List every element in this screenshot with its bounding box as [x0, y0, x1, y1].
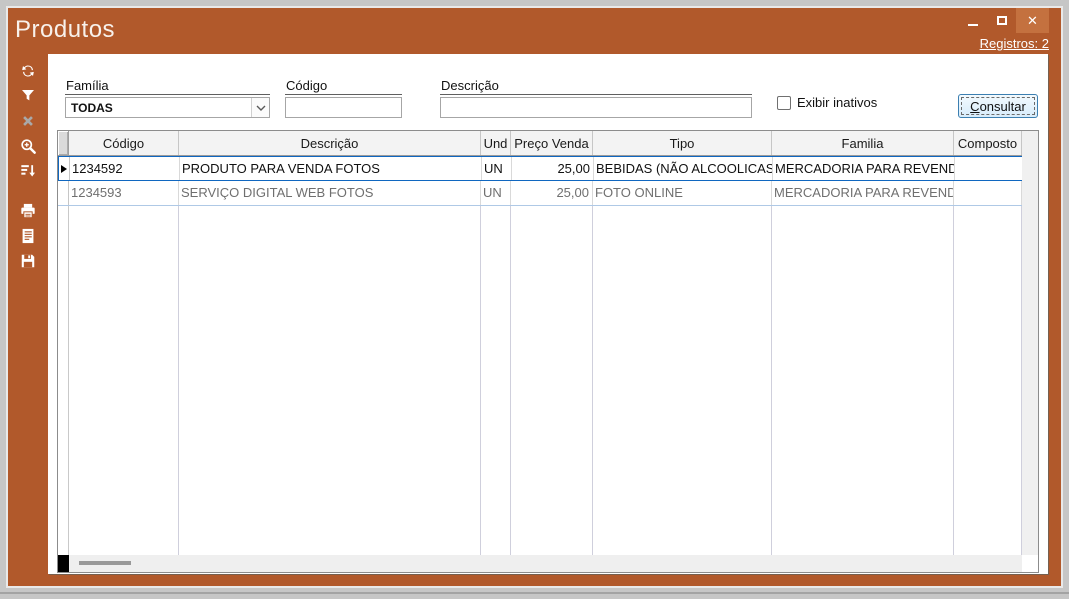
page-title: Produtos	[15, 16, 115, 44]
print-icon	[18, 201, 38, 221]
cell-tipo[interactable]: BEBIDAS (NÃO ALCOOLICAS)	[594, 157, 773, 180]
codigo-field: Código	[285, 78, 402, 118]
familia-value: TODAS	[66, 98, 251, 117]
row-indicator	[58, 181, 69, 205]
print-button[interactable]	[8, 200, 48, 222]
horizontal-scrollbar-thumb[interactable]	[79, 561, 131, 565]
products-grid: Código Descrição Und Preço Venda Tipo Fa…	[57, 130, 1039, 573]
report-icon	[18, 226, 38, 246]
grid-header: Código Descrição Und Preço Venda Tipo Fa…	[58, 131, 1038, 156]
grid-header-codigo[interactable]: Código	[69, 131, 179, 155]
cell-und[interactable]: UN	[482, 157, 512, 180]
grid-header-tipo[interactable]: Tipo	[593, 131, 772, 155]
grid-column-line	[772, 206, 954, 555]
report-button[interactable]	[8, 225, 48, 247]
cell-tipo[interactable]: FOTO ONLINE	[593, 181, 772, 205]
filter-icon	[19, 87, 37, 105]
exibir-inativos-label: Exibir inativos	[797, 95, 877, 110]
grid-empty-area	[58, 206, 1038, 555]
familia-label: Família	[65, 78, 270, 95]
cell-composto[interactable]	[954, 181, 1022, 205]
cell-codigo[interactable]: 1234593	[69, 181, 179, 205]
grid-column-line	[58, 206, 69, 555]
filter-button[interactable]	[8, 85, 48, 107]
refresh-icon	[18, 61, 38, 81]
chevron-down-icon[interactable]	[251, 98, 269, 117]
cell-und[interactable]: UN	[481, 181, 511, 205]
horizontal-scrollbar[interactable]	[58, 555, 1022, 572]
codigo-input[interactable]	[285, 97, 402, 118]
close-button[interactable]: ✕	[1016, 8, 1049, 33]
zoom-button[interactable]	[8, 135, 48, 157]
grid-header-descricao[interactable]: Descrição	[179, 131, 481, 155]
close-icon: ✕	[1027, 13, 1038, 29]
grid-header-indicator	[58, 131, 69, 155]
sort-button[interactable]	[8, 160, 48, 182]
cell-preco-venda[interactable]: 25,00	[512, 157, 594, 180]
save-icon	[18, 251, 38, 271]
grid-header-familia[interactable]: Familia	[772, 131, 954, 155]
grid-column-line	[593, 206, 772, 555]
row-indicator	[59, 157, 70, 180]
save-button[interactable]	[8, 250, 48, 272]
cell-familia[interactable]: MERCADORIA PARA REVENDA	[772, 181, 954, 205]
clear-filter-button[interactable]	[8, 110, 48, 132]
zoom-icon	[18, 136, 38, 156]
consultar-button[interactable]: Consultar	[958, 94, 1038, 118]
familia-field: Família TODAS	[65, 78, 270, 118]
sort-icon	[18, 161, 38, 181]
cell-preco-venda[interactable]: 25,00	[511, 181, 593, 205]
window-frame-edge	[0, 592, 1069, 594]
grid-header-preco-venda[interactable]: Preço Venda	[511, 131, 593, 155]
table-row[interactable]: 1234592PRODUTO PARA VENDA FOTOSUN25,00BE…	[58, 156, 1038, 181]
window-controls: ✕	[958, 8, 1049, 33]
grid-header-und[interactable]: Und	[481, 131, 511, 155]
minimize-icon	[968, 24, 978, 26]
codigo-label: Código	[285, 78, 402, 95]
descricao-field: Descrição	[440, 78, 752, 118]
grid-body: 1234592PRODUTO PARA VENDA FOTOSUN25,00BE…	[58, 156, 1038, 206]
minimize-button[interactable]	[958, 8, 987, 33]
checkbox-box-icon[interactable]	[777, 96, 791, 110]
selected-row-arrow-icon	[61, 165, 67, 173]
cell-descricao[interactable]: PRODUTO PARA VENDA FOTOS	[180, 157, 482, 180]
vertical-scrollbar[interactable]	[1022, 131, 1038, 555]
table-row[interactable]: 1234593SERVIÇO DIGITAL WEB FOTOSUN25,00F…	[58, 181, 1038, 206]
scrollbar-corner-box	[58, 555, 69, 572]
content-area: Família TODAS Código Descrição Exibir in…	[48, 54, 1048, 574]
cell-descricao[interactable]: SERVIÇO DIGITAL WEB FOTOS	[179, 181, 481, 205]
grid-column-line	[179, 206, 481, 555]
grid-column-line	[954, 206, 1022, 555]
refresh-button[interactable]	[8, 60, 48, 82]
clear-filter-icon	[19, 112, 37, 130]
cell-familia[interactable]: MERCADORIA PARA REVENDA	[773, 157, 955, 180]
descricao-input[interactable]	[440, 97, 752, 118]
toolbar-sidebar	[8, 54, 48, 574]
registros-link[interactable]: Registros: 2	[980, 36, 1049, 51]
maximize-button[interactable]	[987, 8, 1016, 33]
titlebar: Produtos ✕ Registros: 2	[8, 8, 1061, 54]
familia-select[interactable]: TODAS	[65, 97, 270, 118]
grid-column-line	[481, 206, 511, 555]
exibir-inativos-checkbox[interactable]: Exibir inativos	[777, 95, 877, 110]
maximize-icon	[997, 16, 1007, 25]
horizontal-scrollbar-track[interactable]	[69, 555, 1022, 572]
grid-column-line	[69, 206, 179, 555]
grid-column-line	[511, 206, 593, 555]
cell-composto[interactable]	[955, 157, 1023, 180]
cell-codigo[interactable]: 1234592	[70, 157, 180, 180]
descricao-label: Descrição	[440, 78, 752, 95]
produtos-window: Produtos ✕ Registros: 2	[8, 8, 1061, 586]
grid-header-composto[interactable]: Composto	[954, 131, 1022, 155]
